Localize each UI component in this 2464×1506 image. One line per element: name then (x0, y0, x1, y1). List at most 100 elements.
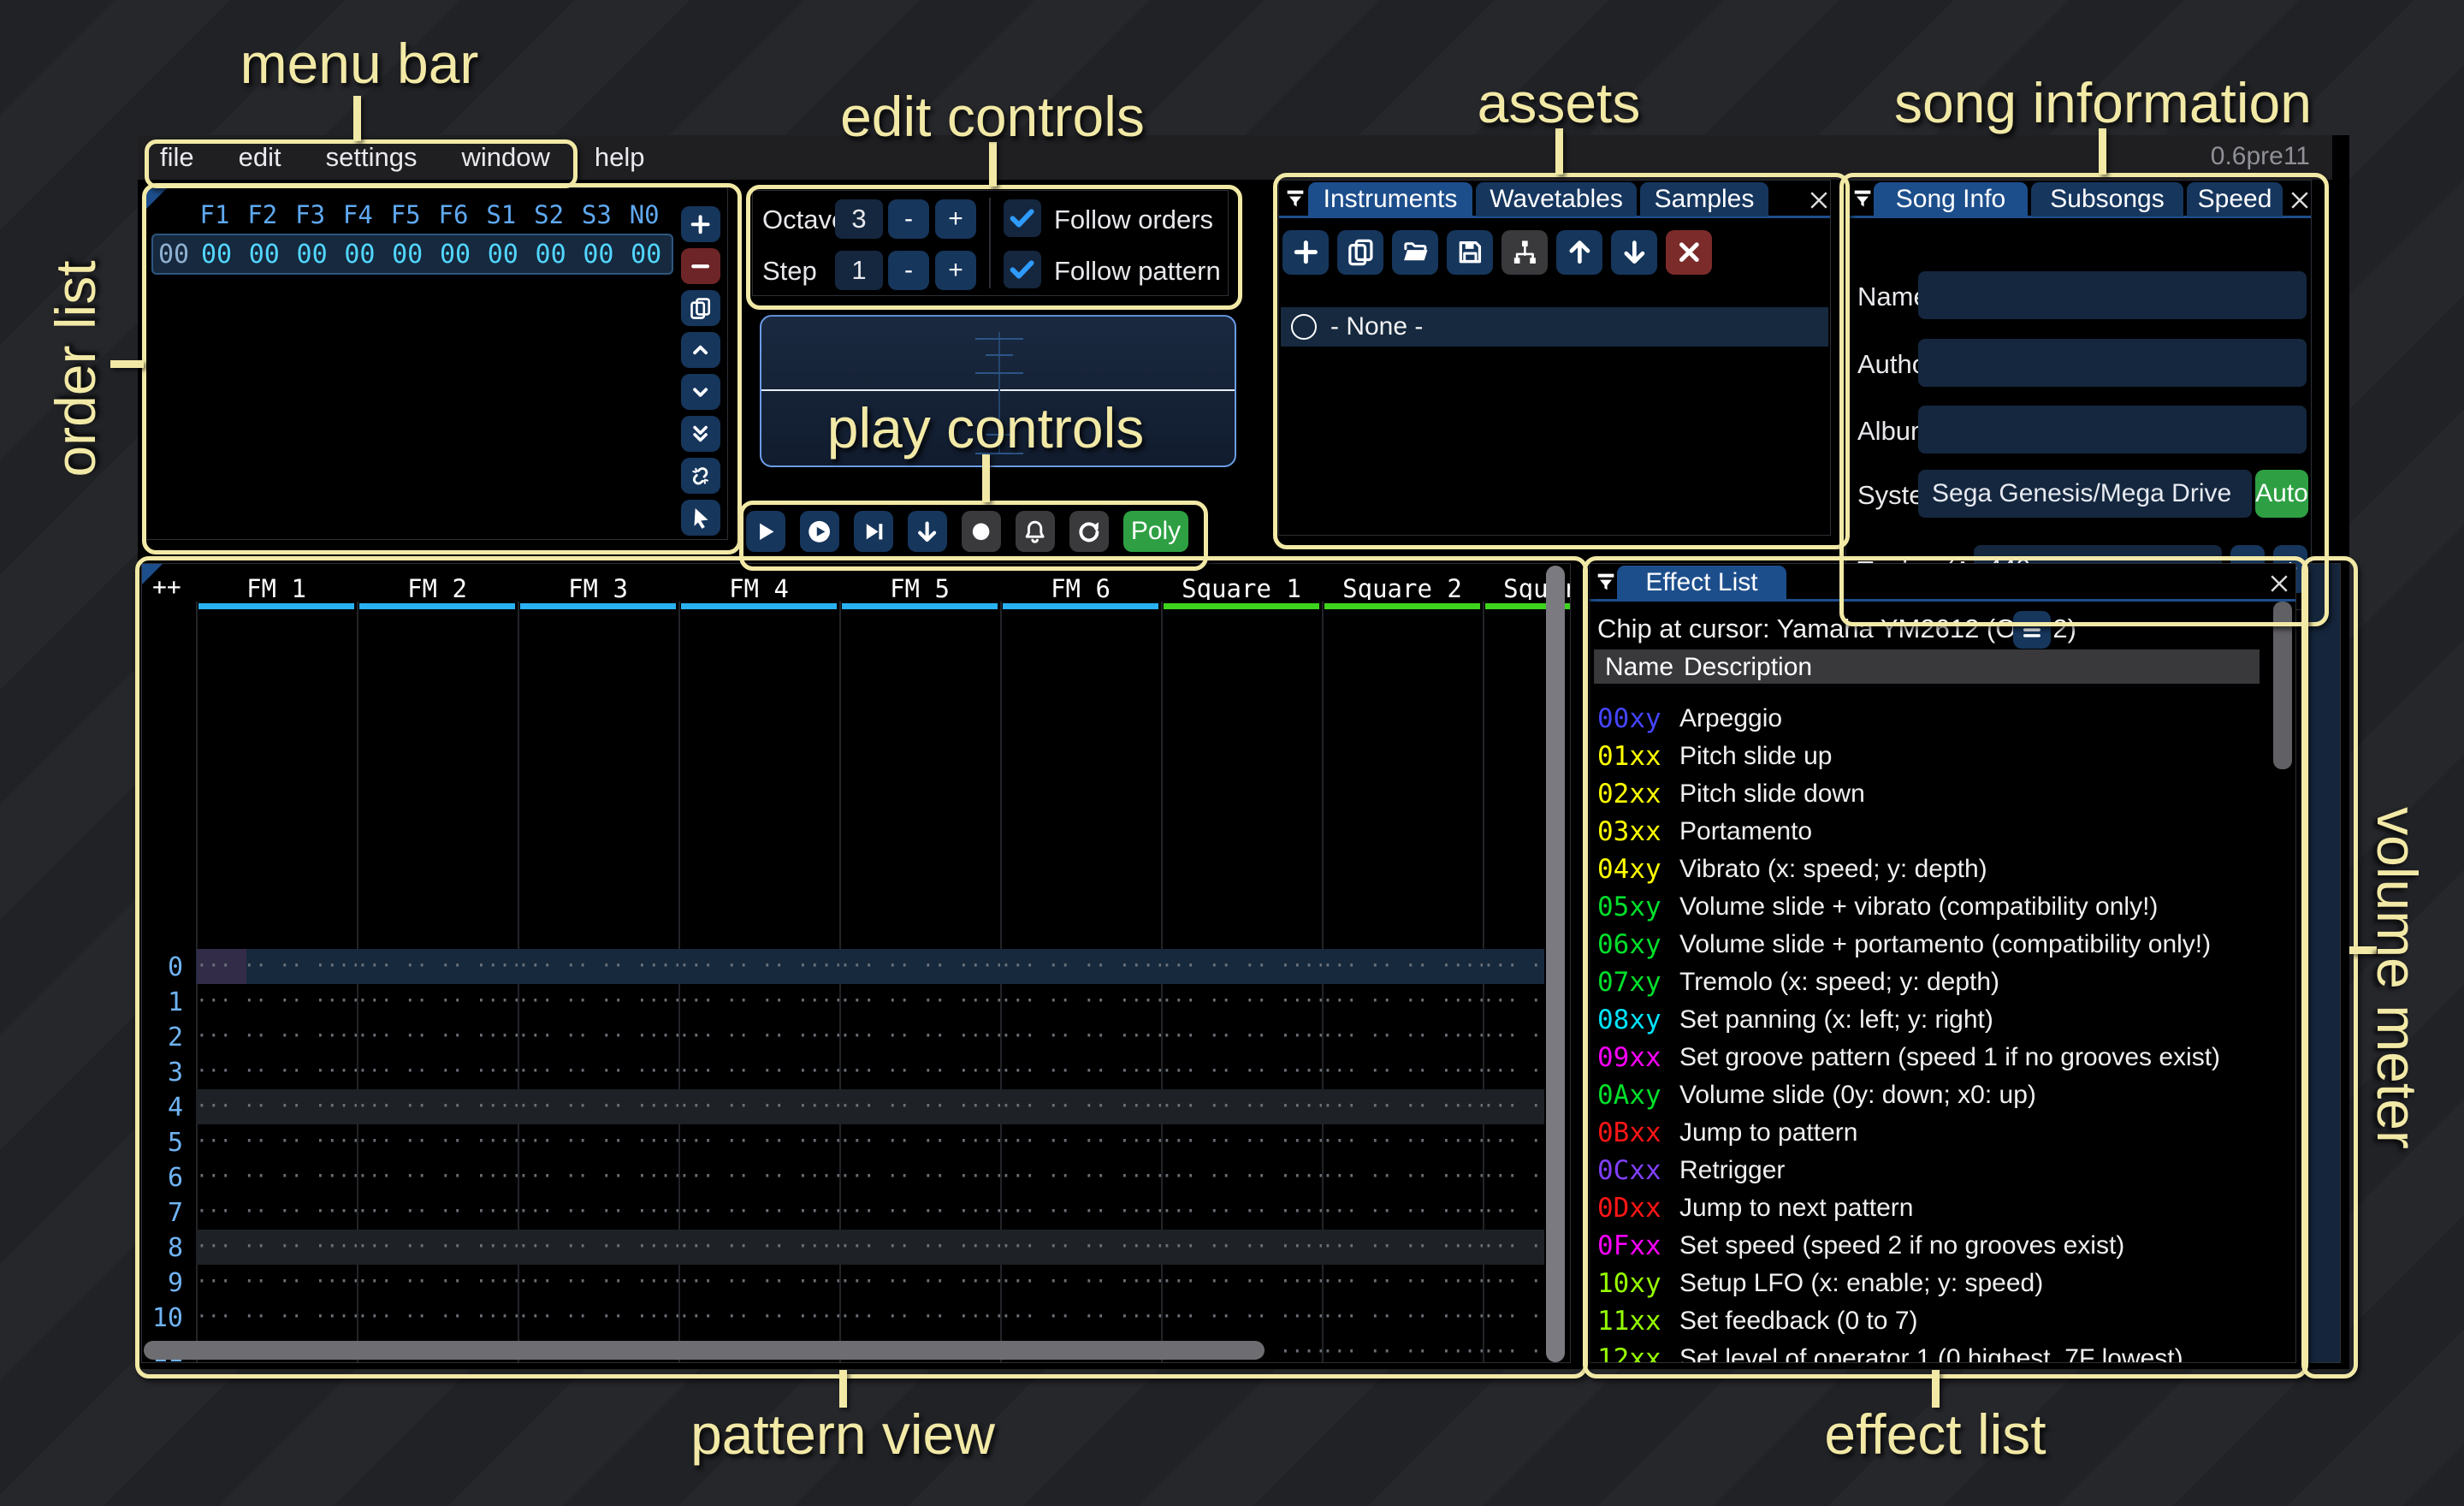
pattern-cell[interactable]: ··· ·· ·· ···· (1322, 1201, 1483, 1226)
channel-activity-bar[interactable] (681, 603, 837, 609)
effect-row-02xx[interactable]: 02xxPitch slide down (1590, 775, 2295, 813)
pattern-cell[interactable]: ··· ·· ·· ···· (1322, 1306, 1483, 1331)
pattern-cell[interactable]: ··· ·· ·· ···· (1000, 1025, 1161, 1051)
pattern-row-5[interactable]: 5··· ·· ·· ······· ·· ·· ······· ·· ·· ·… (142, 1124, 1570, 1159)
tab-wavetables[interactable]: Wavetables (1476, 182, 1637, 216)
step-row-button[interactable] (854, 511, 893, 552)
close-icon[interactable] (2266, 571, 2292, 596)
play-pattern-button[interactable] (800, 511, 839, 552)
pattern-cell[interactable]: ··· ·· ·· ···· (678, 1271, 839, 1296)
effect-row-05xy[interactable]: 05xyVolume slide + vibrato (compatibilit… (1590, 888, 2295, 926)
effect-list-scrollbar[interactable] (2273, 602, 2292, 1362)
pattern-cell[interactable]: ··· ·· ·· ···· (1322, 1060, 1483, 1086)
pattern-cell[interactable]: ··· ·· ·· ···· (1161, 1271, 1322, 1296)
tab-samples[interactable]: Samples (1640, 182, 1768, 216)
pattern-row-9[interactable]: 9··· ·· ·· ······· ·· ·· ······· ·· ·· ·… (142, 1265, 1570, 1300)
pattern-cell[interactable]: ··· ·· ·· ···· (518, 1201, 678, 1226)
channel-header-fm-1[interactable]: FM 1 (196, 574, 357, 600)
pattern-cell[interactable]: ··· ·· ·· ···· (196, 1165, 357, 1191)
author-input[interactable] (1918, 339, 2307, 387)
pattern-cell[interactable]: ··· ·· ·· ···· (518, 1165, 678, 1191)
tab-speed[interactable]: Speed (2187, 182, 2283, 216)
instrument-folder-view-button[interactable] (1502, 230, 1548, 275)
channel-activity-bar[interactable] (520, 603, 676, 609)
channel-activity-bar[interactable] (1003, 603, 1158, 609)
metronome-button[interactable] (1016, 511, 1055, 552)
effect-row-00xy[interactable]: 00xyArpeggio (1590, 700, 2295, 738)
pattern-cell[interactable]: ··· ·· ·· ···· (518, 1025, 678, 1051)
pattern-cell[interactable]: ··· ·· ·· ···· (357, 1095, 518, 1121)
octave-decrease-button[interactable]: - (888, 199, 929, 239)
hamburger-menu-button[interactable] (2013, 611, 2051, 649)
pattern-cell[interactable]: ··· ·· ·· ···· (678, 1165, 839, 1191)
pattern-row-2[interactable]: 2··· ·· ·· ······· ·· ·· ······· ·· ·· ·… (142, 1019, 1570, 1054)
order-cell[interactable]: 00 (240, 240, 288, 270)
repeat-pattern-button[interactable] (1069, 511, 1109, 552)
channel-activity-bar[interactable] (198, 603, 354, 609)
move-order-down-button[interactable] (681, 374, 720, 410)
order-list-row[interactable]: 0000000000000000000000 (151, 234, 673, 275)
effect-row-03xx[interactable]: 03xxPortamento (1590, 813, 2295, 851)
pattern-cell[interactable]: ··· ·· ·· ···· (1322, 1095, 1483, 1121)
pattern-vertical-scrollbar[interactable] (1546, 566, 1565, 1362)
pattern-cell[interactable]: ··· ·· ·· ···· (196, 1236, 357, 1261)
add-order-button[interactable] (681, 206, 720, 242)
pattern-cell[interactable]: ··· ·· ·· ···· (357, 955, 518, 981)
close-icon[interactable] (1806, 187, 1832, 213)
duplicate-to-end-button[interactable] (681, 416, 720, 452)
channel-header-square-1[interactable]: Square 1 (1161, 574, 1322, 600)
pattern-cell[interactable]: ··· ·· ·· ···· (1322, 1236, 1483, 1261)
effect-row-11xx[interactable]: 11xxSet feedback (0 to 7) (1590, 1302, 2295, 1340)
pattern-cell[interactable]: ··· ·· ·· ···· (839, 1236, 1000, 1261)
pattern-cell[interactable]: ··· ·· ·· ···· (1322, 955, 1483, 981)
pattern-cell[interactable]: ··· ·· ·· ···· (678, 1201, 839, 1226)
pattern-cell[interactable]: ··· ·· ·· ···· (839, 955, 1000, 981)
pattern-cell[interactable]: ··· ·· ·· ···· (678, 1236, 839, 1261)
tab-effect-list[interactable]: Effect List (1617, 566, 1786, 600)
pattern-cell[interactable]: ··· ·· ·· ···· (678, 1025, 839, 1051)
album-input[interactable] (1918, 406, 2307, 454)
move-instrument-down-button[interactable] (1611, 230, 1657, 275)
pattern-cell[interactable]: ··· ·· ·· ···· (1000, 1060, 1161, 1086)
pattern-cell[interactable]: ··· ·· ·· ···· (1000, 1306, 1161, 1331)
pattern-cell[interactable]: ··· ·· ·· ···· (196, 1306, 357, 1331)
pattern-cell[interactable]: ··· ·· ·· ···· (1161, 1130, 1322, 1156)
pattern-options-button[interactable]: ++ (152, 572, 181, 601)
stop-button[interactable] (908, 511, 947, 552)
effect-row-10xy[interactable]: 10xySetup LFO (x: enable; y: speed) (1590, 1265, 2295, 1302)
pattern-cell[interactable]: ··· ·· ·· ···· (1322, 1130, 1483, 1156)
pattern-cell[interactable]: ··· ·· ·· ···· (518, 1130, 678, 1156)
follow-orders-checkbox[interactable] (1004, 199, 1041, 237)
pattern-cell[interactable]: ··· ·· ·· ···· (357, 1130, 518, 1156)
pattern-cell[interactable]: ··· ·· ·· ···· (196, 1201, 357, 1226)
channel-header-fm-4[interactable]: FM 4 (678, 574, 839, 600)
pattern-cell[interactable]: ··· ·· ·· ···· (1000, 1201, 1161, 1226)
follow-pattern-checkbox[interactable] (1004, 251, 1041, 288)
tab-instruments[interactable]: Instruments (1308, 182, 1472, 216)
add-instrument-button[interactable] (1282, 230, 1329, 275)
channel-header-fm-3[interactable]: FM 3 (518, 574, 678, 600)
open-instrument-button[interactable] (1392, 230, 1438, 275)
order-cell[interactable]: 00 (574, 240, 622, 270)
remove-order-button[interactable] (681, 248, 720, 284)
tab-song-info[interactable]: Song Info (1874, 182, 2028, 216)
channel-activity-bar[interactable] (359, 603, 515, 609)
pattern-cell[interactable]: ··· ·· ·· ···· (839, 1306, 1000, 1331)
pattern-cell[interactable]: ··· ·· ·· ···· (196, 955, 357, 981)
pattern-row-4[interactable]: 4··· ·· ·· ······· ·· ·· ······· ·· ·· ·… (142, 1089, 1570, 1124)
pattern-cell[interactable]: ··· ·· ·· ···· (1161, 1201, 1322, 1226)
effect-row-07xy[interactable]: 07xyTremolo (x: speed; y: depth) (1590, 963, 2295, 1001)
deep-clone-button[interactable] (681, 458, 720, 494)
pattern-row-6[interactable]: 6··· ·· ·· ······· ·· ·· ······· ·· ·· ·… (142, 1159, 1570, 1195)
channel-header-fm-6[interactable]: FM 6 (1000, 574, 1161, 600)
pattern-cell[interactable]: ··· ·· ·· ···· (357, 1060, 518, 1086)
effect-row-12xx[interactable]: 12xxSet level of operator 1 (0 highest, … (1590, 1340, 2295, 1363)
pattern-cell[interactable]: ··· ·· ·· ···· (357, 1306, 518, 1331)
pattern-row-10[interactable]: 10··· ·· ·· ······· ·· ·· ······· ·· ·· … (142, 1300, 1570, 1335)
pattern-cell[interactable]: ··· ·· ·· ···· (357, 1236, 518, 1261)
pattern-cell[interactable]: ··· ·· ·· ···· (839, 1025, 1000, 1051)
pattern-horizontal-scrollbar[interactable] (144, 1341, 1547, 1360)
pattern-cell[interactable]: ··· ·· ·· ···· (1000, 1165, 1161, 1191)
pattern-cell[interactable]: ··· ·· ·· ···· (357, 990, 518, 1016)
instrument-list-item[interactable]: - None - (1281, 307, 1828, 347)
